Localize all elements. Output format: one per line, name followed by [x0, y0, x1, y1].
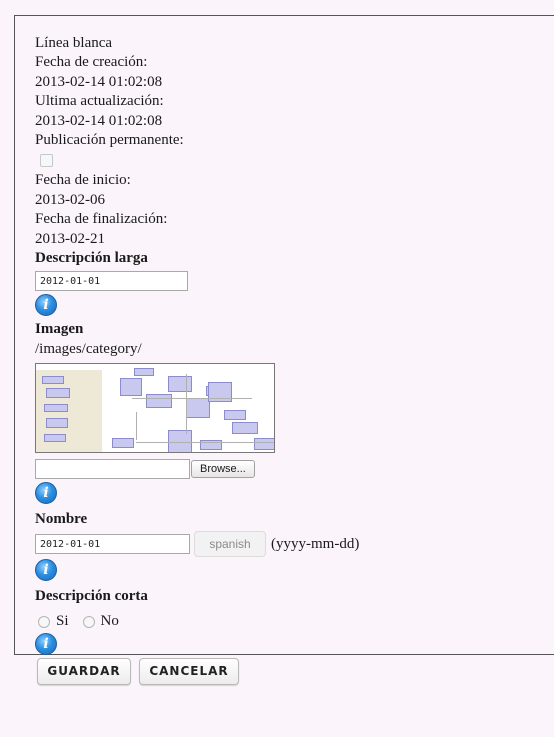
date-format-hint: (yyyy-mm-dd)	[271, 535, 360, 552]
radio-si-label: Si	[56, 613, 69, 630]
updated-value: 2013-02-14 01:02:08	[35, 112, 163, 129]
info-icon[interactable]: i	[35, 559, 57, 582]
permanent-label: Publicación permanente:	[35, 131, 184, 148]
name-label: Nombre	[35, 511, 88, 528]
created-label: Fecha de creación:	[35, 54, 148, 71]
updated-label: Ultima actualización:	[35, 93, 164, 110]
info-icon[interactable]: i	[35, 294, 57, 317]
image-thumbnail	[35, 363, 275, 454]
end-date-value: 2013-02-21	[35, 230, 105, 247]
long-description-input[interactable]	[35, 271, 188, 292]
radio-no-label: No	[100, 613, 119, 630]
form-content: Línea blanca Fecha de creación: 2013-02-…	[35, 34, 554, 655]
info-icon[interactable]: i	[35, 632, 57, 655]
radio-si[interactable]	[38, 615, 50, 628]
image-label: Imagen	[35, 321, 84, 338]
radio-no[interactable]	[82, 615, 95, 628]
save-button[interactable]: GUARDAR	[37, 658, 131, 685]
form-panel: Línea blanca Fecha de creación: 2013-02-…	[14, 15, 554, 655]
long-description-label: Descripción larga	[35, 249, 148, 266]
permanent-checkbox[interactable]	[40, 154, 53, 168]
language-button[interactable]: spanish	[194, 531, 266, 558]
image-file-input[interactable]	[35, 459, 190, 480]
start-date-label: Fecha de inicio:	[35, 172, 131, 189]
category-name: Línea blanca	[35, 35, 113, 51]
image-path: /images/category/	[35, 340, 142, 357]
created-value: 2013-02-14 01:02:08	[35, 73, 163, 90]
info-icon[interactable]: i	[35, 482, 57, 505]
cancel-button[interactable]: CANCELAR	[139, 658, 239, 685]
name-input[interactable]	[35, 534, 190, 555]
browse-button[interactable]: Browse...	[191, 460, 255, 479]
end-date-label: Fecha de finalización:	[35, 211, 168, 228]
short-description-label: Descripción corta	[35, 588, 148, 605]
start-date-value: 2013-02-06	[35, 191, 105, 208]
